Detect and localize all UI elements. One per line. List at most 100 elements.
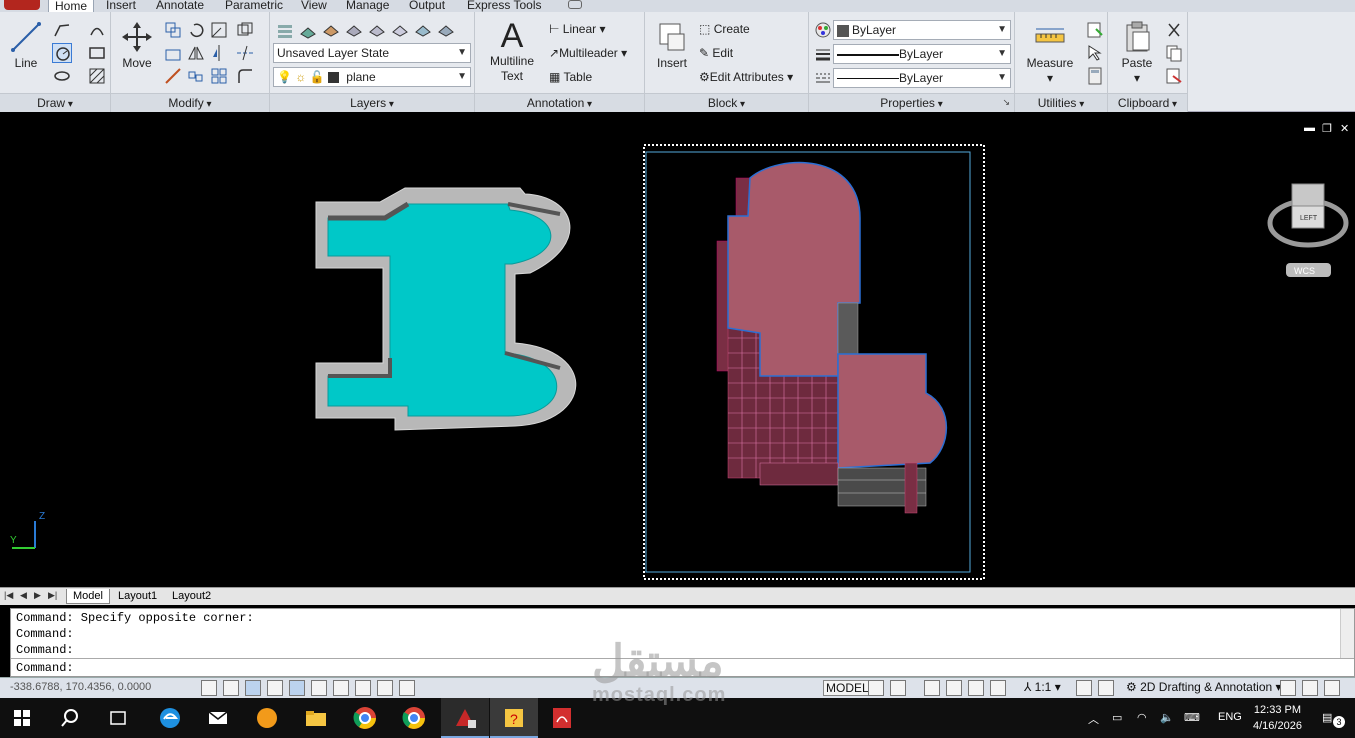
break-icon[interactable]	[235, 43, 255, 63]
3d-osnap-icon[interactable]	[333, 680, 349, 696]
rectangle-icon[interactable]	[87, 43, 107, 63]
match-format-icon[interactable]	[1164, 66, 1184, 86]
next-tab-icon[interactable]: ▶	[34, 590, 41, 601]
action-center-icon[interactable]: ▤	[1322, 711, 1332, 724]
utilities-panel-title[interactable]: Utilities	[1015, 93, 1107, 112]
showmotion-icon[interactable]	[990, 680, 1006, 696]
stretch-icon[interactable]	[163, 43, 183, 63]
battery-icon[interactable]: ▭	[1112, 711, 1122, 724]
quick-view-layouts-icon[interactable]	[868, 680, 884, 696]
mail-icon[interactable]	[204, 704, 232, 732]
mirror-icon[interactable]	[186, 43, 206, 63]
layer-previous-icon[interactable]	[321, 20, 341, 40]
copy-icon[interactable]	[163, 20, 183, 40]
application-menu-button[interactable]	[4, 0, 40, 10]
windows-start-icon[interactable]	[8, 704, 36, 732]
viewcube[interactable]: LEFT	[1267, 183, 1349, 248]
hatch-icon[interactable]	[87, 66, 107, 86]
fillet-icon[interactable]	[186, 66, 206, 86]
infer-constraints-icon[interactable]	[201, 680, 217, 696]
layer-dropdown[interactable]: 💡 ☼ 🔓 plane ▼	[273, 67, 471, 87]
prev-tab-icon[interactable]: ◀	[20, 590, 27, 601]
tab-manage[interactable]: Manage	[346, 0, 389, 12]
tab-output[interactable]: Output	[409, 0, 445, 12]
pan-icon[interactable]	[924, 680, 940, 696]
tab-insert[interactable]: Insert	[106, 0, 136, 12]
polar-tracking-icon[interactable]	[289, 680, 305, 696]
keyboard-icon[interactable]: ⌨	[1184, 711, 1200, 724]
file-explorer-icon[interactable]	[302, 704, 330, 732]
drawing-canvas[interactable]: Z Y LEFT WCS	[0, 118, 1355, 587]
measure-button[interactable]: Measure ▾	[1023, 20, 1077, 86]
modify-panel-title[interactable]: Modify	[111, 93, 269, 112]
layer-freeze-icon[interactable]	[413, 20, 433, 40]
move-button[interactable]: Move	[117, 20, 157, 71]
paste-button[interactable]: Paste ▾	[1116, 20, 1158, 86]
dynamic-ucs-icon[interactable]	[377, 680, 393, 696]
ribbon-minimize-button[interactable]	[568, 0, 582, 9]
grid-display-icon[interactable]	[245, 680, 261, 696]
language-indicator[interactable]: ENG	[1218, 711, 1242, 723]
offset-icon[interactable]	[235, 20, 255, 40]
calculator-icon[interactable]	[1085, 66, 1105, 86]
show-hidden-icons-icon[interactable]: ︿	[1088, 711, 1099, 727]
select-all-icon[interactable]	[1085, 43, 1105, 63]
auto-scale-icon[interactable]	[1098, 680, 1114, 696]
coordinate-readout[interactable]: -338.6788, 170.4356, 0.0000	[10, 681, 151, 693]
annotation-visibility-icon[interactable]	[1076, 680, 1092, 696]
first-tab-icon[interactable]: |◀	[4, 590, 13, 601]
quick-view-drawings-icon[interactable]	[890, 680, 906, 696]
panel-dialog-launcher-icon[interactable]: ↘	[1002, 97, 1010, 108]
chamfer-icon[interactable]	[235, 66, 255, 86]
line-button[interactable]: Line	[8, 20, 44, 71]
tab-home[interactable]: Home	[48, 0, 95, 12]
uc-browser-icon[interactable]	[253, 704, 281, 732]
color-dropdown[interactable]: ByLayer ▼	[833, 20, 1011, 40]
acrobat-icon[interactable]	[548, 704, 576, 732]
tab-annotate[interactable]: Annotate	[156, 0, 204, 12]
annotation-scale[interactable]: ⅄ 1:1 ▾	[1024, 680, 1061, 694]
layer-match-icon[interactable]	[298, 20, 318, 40]
edit-attributes-button[interactable]: ⚙Edit Attributes ▾	[699, 68, 793, 86]
close-icon[interactable]: ✕	[1340, 122, 1349, 135]
layer-isolate-icon[interactable]	[344, 20, 364, 40]
volume-icon[interactable]: 🔈	[1160, 711, 1174, 724]
help-taskbar-button[interactable]: ?	[490, 698, 538, 738]
edit-block-button[interactable]: ✎ Edit	[699, 44, 733, 62]
cut-icon[interactable]	[1164, 20, 1184, 40]
toolbar-lock-icon[interactable]	[1280, 680, 1296, 696]
wifi-icon[interactable]: ◠	[1137, 711, 1147, 724]
lineweight-dropdown[interactable]: ByLayer ▼	[833, 44, 1011, 64]
copy-clip-icon[interactable]	[1164, 43, 1184, 63]
zoom-icon[interactable]	[946, 680, 962, 696]
model-space-toggle[interactable]: MODEL	[823, 680, 872, 696]
multiline-text-button[interactable]: A Multiline Text	[485, 18, 539, 84]
ortho-mode-icon[interactable]	[267, 680, 283, 696]
tab-parametric[interactable]: Parametric	[225, 0, 283, 12]
table-button[interactable]: ▦ Table	[549, 68, 592, 86]
tab-layout1[interactable]: Layout1	[112, 589, 163, 604]
object-snap-icon[interactable]	[311, 680, 327, 696]
linetype-dropdown[interactable]: ByLayer ▼	[833, 68, 1011, 88]
minimize-icon[interactable]: ▬	[1304, 122, 1315, 134]
workspace-switcher[interactable]: ⚙ 2D Drafting & Annotation ▾	[1126, 680, 1282, 694]
steering-wheel-icon[interactable]	[968, 680, 984, 696]
object-snap-tracking-icon[interactable]	[355, 680, 371, 696]
tab-model[interactable]: Model	[66, 589, 110, 604]
draw-panel-title[interactable]: Draw	[0, 93, 110, 112]
layer-lock-icon[interactable]	[436, 20, 456, 40]
clock[interactable]: 12:33 PM 4/16/2026	[1253, 702, 1302, 734]
rotate-icon[interactable]	[186, 20, 206, 40]
pool-drawing[interactable]	[315, 187, 577, 431]
linear-dimension-button[interactable]: ⊢ Linear ▾	[549, 20, 606, 38]
create-block-button[interactable]: ⬚ Create	[699, 20, 750, 38]
task-view-icon[interactable]	[104, 704, 132, 732]
polyline-icon[interactable]	[52, 20, 72, 40]
layer-state-dropdown[interactable]: Unsaved Layer State ▼	[273, 43, 471, 63]
insert-block-button[interactable]: Insert	[653, 20, 691, 71]
tab-view[interactable]: View	[301, 0, 327, 12]
dynamic-input-icon[interactable]	[399, 680, 415, 696]
chrome-icon[interactable]	[400, 704, 428, 732]
match-properties-icon[interactable]	[813, 20, 833, 40]
circle-icon[interactable]	[52, 43, 72, 63]
